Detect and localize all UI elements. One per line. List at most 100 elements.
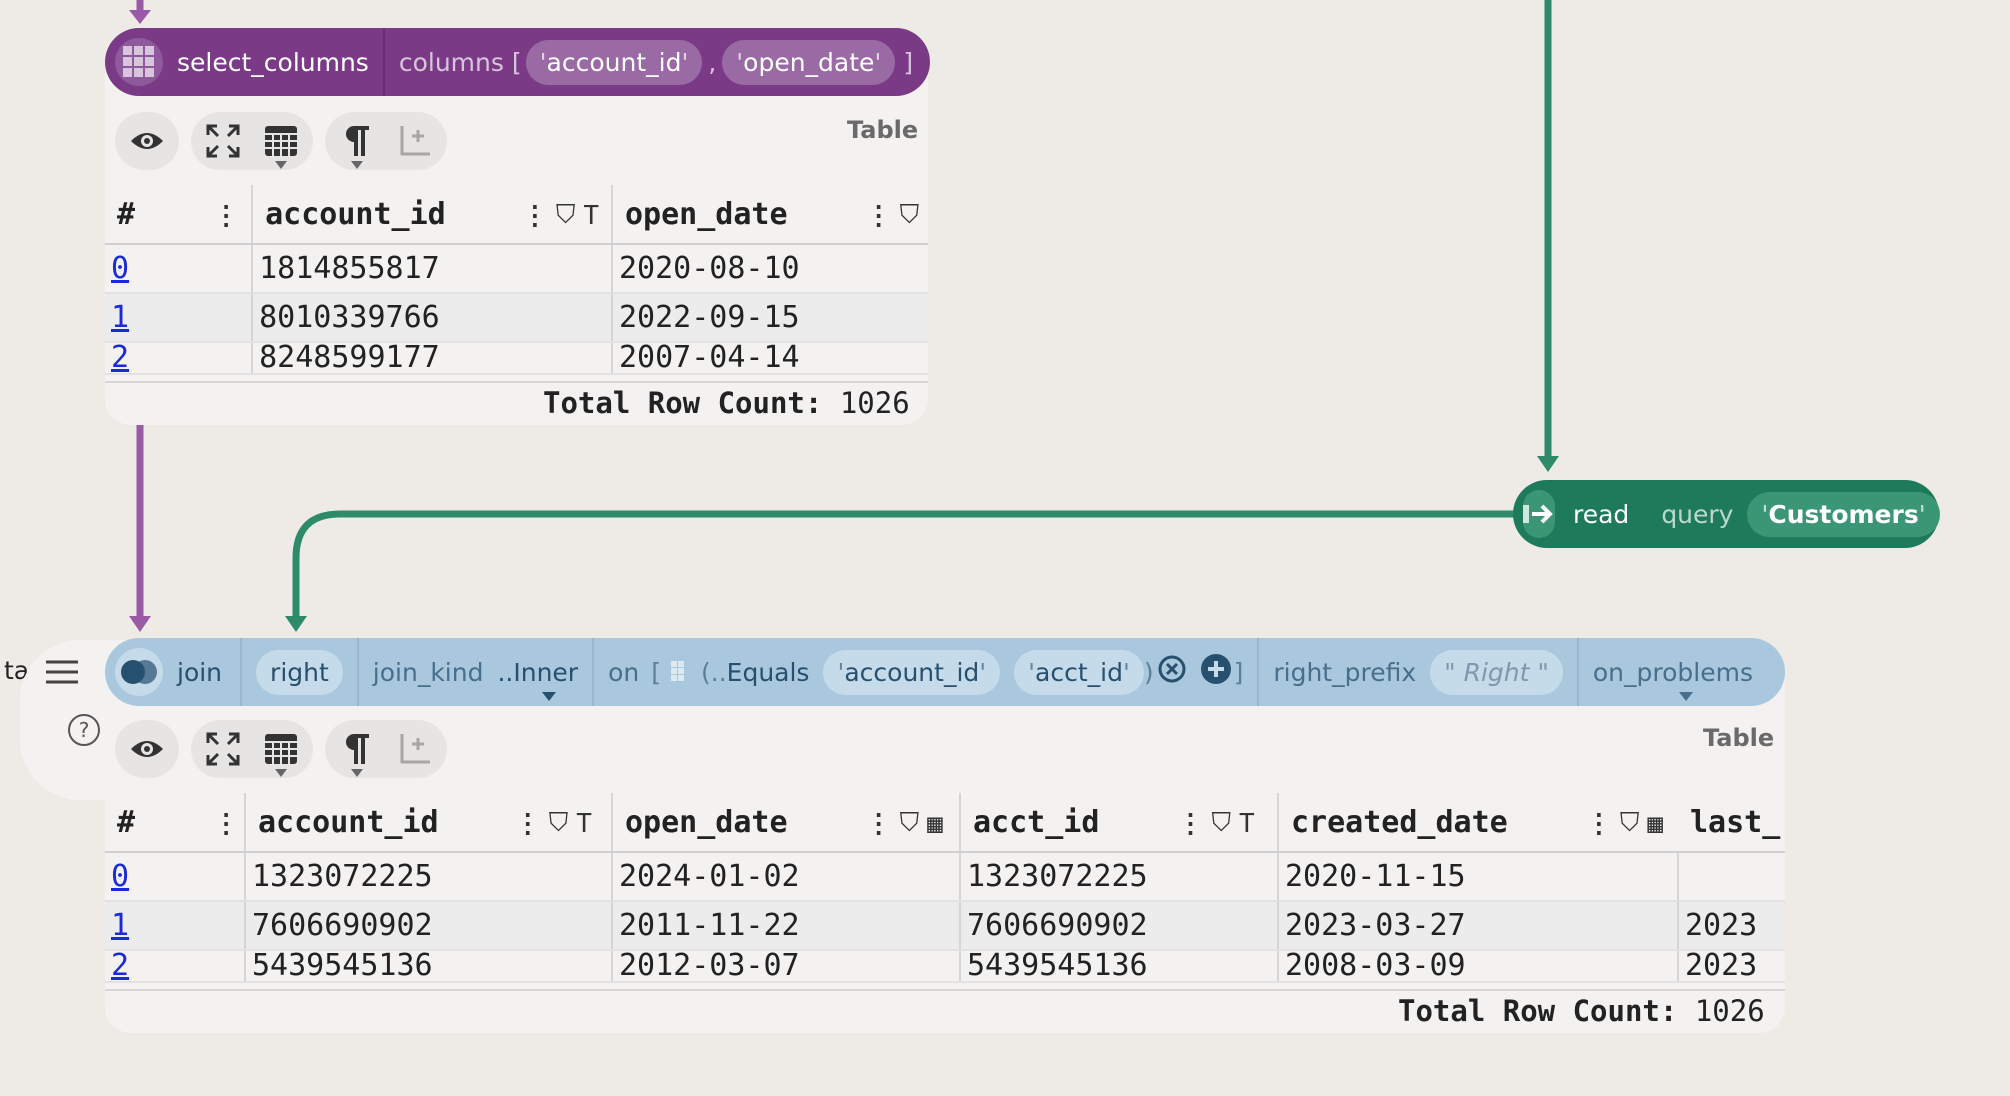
visualization-toolbar	[115, 112, 447, 170]
row-index-cell[interactable]: 0	[105, 244, 253, 294]
visualization-toolbar	[115, 720, 447, 778]
table-cell: 2008-03-09	[1277, 950, 1678, 983]
table-cell: 2023-03-27	[1277, 901, 1678, 951]
column-menu-icon[interactable]: ⋮	[213, 809, 239, 839]
table-cell: 1323072225	[959, 852, 1278, 902]
table-cell: 2011-11-22	[611, 901, 960, 951]
row-index-link[interactable]: 2	[111, 342, 129, 373]
divider	[382, 28, 385, 96]
open-date-column-header[interactable]: open_date ⋮ ⛉ ▦	[611, 793, 960, 853]
row-index-cell[interactable]: 0	[105, 852, 245, 902]
eye-icon[interactable]	[121, 723, 173, 775]
index-column-header[interactable]: # ⋮	[105, 185, 253, 245]
select-columns-node[interactable]: select_columns columns [ 'account_id' , …	[105, 28, 930, 96]
column-menu-icon[interactable]: ⋮	[522, 201, 548, 231]
node-name[interactable]: read	[1573, 500, 1629, 529]
column-menu-icon[interactable]: ⋮	[1586, 809, 1612, 839]
open-date-column-header[interactable]: open_date ⋮ ⛉	[610, 185, 928, 245]
hamburger-menu-icon[interactable]	[46, 660, 78, 688]
table-view-icon[interactable]	[255, 723, 307, 777]
last-column-header[interactable]: last_	[1678, 793, 1785, 853]
calendar-icon: ▦	[927, 808, 943, 839]
column-menu-icon[interactable]: ⋮	[1178, 809, 1204, 839]
pilcrow-icon[interactable]	[331, 115, 383, 169]
filter-icon[interactable]: ⛉	[1212, 808, 1232, 839]
table-cell	[1677, 852, 1785, 902]
acct-id-column-header[interactable]: acct_id ⋮ ⛉ T	[959, 793, 1278, 853]
filter-icon[interactable]: ⛉	[556, 200, 576, 231]
pilcrow-icon[interactable]	[331, 723, 383, 777]
table-cell: 2007-04-14	[610, 342, 928, 375]
filter-icon[interactable]: ⛉	[1620, 808, 1640, 839]
arg-label-on-problems[interactable]: on_problems	[1593, 658, 1753, 701]
table-cell: 7606690902	[959, 901, 1278, 951]
table-row: 2 5439545136 2012-03-07 5439545136 2008-…	[105, 950, 1785, 983]
on-close-bracket: ]	[1233, 657, 1244, 687]
arg-label-query: query	[1661, 499, 1734, 529]
node-name[interactable]: join	[177, 658, 222, 687]
visualization-label: Table	[1703, 724, 1775, 752]
filter-icon[interactable]: ⛉	[549, 808, 569, 839]
equals-label[interactable]: Equals	[727, 658, 810, 687]
row-index-link[interactable]: 1	[111, 300, 129, 335]
close-bracket: ]	[903, 47, 914, 77]
edge-arrowhead	[1537, 456, 1559, 472]
select-columns-output-panel: Table # ⋮ account_id ⋮⛉T open_date ⋮⛉	[105, 60, 928, 425]
table-row: 2 8248599177 2007-04-14	[105, 342, 928, 375]
visibility-group	[115, 720, 179, 778]
edge-arrowhead	[129, 616, 151, 632]
column-menu-icon[interactable]: ⋮	[515, 809, 541, 839]
divider	[356, 638, 359, 706]
visibility-group	[115, 112, 179, 170]
column-menu-icon[interactable]: ⋮	[213, 201, 239, 231]
add-circle-icon[interactable]	[1200, 653, 1232, 691]
account-id-column-header[interactable]: account_id ⋮ ⛉ T	[244, 793, 612, 853]
help-icon[interactable]: ?	[68, 714, 100, 746]
filter-icon[interactable]: ⛉	[900, 200, 920, 231]
index-column-header[interactable]: # ⋮	[105, 793, 245, 853]
read-node[interactable]: read query 'Customers'	[1513, 480, 1940, 548]
created-date-column-header[interactable]: created_date ⋮ ⛉ ▦	[1277, 793, 1678, 853]
remove-circle-icon[interactable]	[1158, 655, 1186, 689]
table-view-icon[interactable]	[255, 115, 307, 169]
divider	[592, 638, 595, 706]
row-index-cell[interactable]: 1	[105, 293, 253, 343]
on-column-pill-acct-id[interactable]: 'acct_id'	[1014, 649, 1144, 695]
right-prefix-pill[interactable]: " Right "	[1430, 649, 1563, 695]
query-pill-customers[interactable]: 'Customers'	[1747, 491, 1940, 537]
node-name[interactable]: select_columns	[177, 48, 369, 77]
on-close-paren: )	[1143, 657, 1154, 687]
row-index-link[interactable]: 0	[111, 859, 129, 894]
column-pill-open-date[interactable]: 'open_date'	[722, 39, 896, 85]
filter-icon[interactable]: ⛉	[900, 808, 920, 839]
arg-label-columns: columns	[398, 47, 504, 77]
row-index-cell[interactable]: 2	[105, 342, 253, 375]
text-type-icon: T	[576, 808, 592, 839]
column-menu-icon[interactable]: ⋮	[866, 201, 892, 231]
eye-icon[interactable]	[121, 115, 173, 167]
column-menu-icon[interactable]: ⋮	[866, 809, 892, 839]
join-output-panel: Table # ⋮ account_id ⋮ ⛉ T open_date ⋮ ⛉ ▦	[105, 668, 1785, 1033]
on-open-bracket: [	[651, 657, 661, 687]
column-pill-account-id[interactable]: 'account_id'	[525, 39, 703, 85]
table-cell: 8010339766	[251, 293, 612, 343]
row-index-cell[interactable]: 1	[105, 901, 245, 951]
arg-label-join-kind: join_kind	[372, 657, 484, 687]
row-index-link[interactable]: 2	[111, 950, 129, 981]
on-column-pill-account-id[interactable]: 'account_id'	[823, 649, 1001, 695]
table-cell: 2012-03-07	[611, 950, 960, 983]
fullscreen-icon[interactable]	[197, 723, 249, 775]
table-header-row: # ⋮ account_id ⋮ ⛉ T open_date ⋮ ⛉ ▦ acct_id…	[105, 793, 1785, 853]
right-argument-pill[interactable]: right	[256, 649, 343, 695]
table-header-row: # ⋮ account_id ⋮ ⛉ T open_date ⋮ ⛉	[105, 185, 928, 245]
fullscreen-icon[interactable]	[197, 115, 249, 167]
account-id-column-header[interactable]: account_id ⋮ ⛉ T	[251, 185, 612, 245]
row-index-link[interactable]: 0	[111, 251, 129, 286]
edge-arrowhead	[285, 616, 307, 632]
join-kind-dropdown[interactable]: ..Inner	[497, 658, 578, 701]
join-node[interactable]: join right join_kind ..Inner on [ (.. Eq…	[105, 638, 1785, 706]
divider	[1257, 638, 1260, 706]
row-index-cell[interactable]: 2	[105, 950, 245, 983]
table-cell: 5439545136	[244, 950, 612, 983]
row-index-link[interactable]: 1	[111, 908, 129, 943]
